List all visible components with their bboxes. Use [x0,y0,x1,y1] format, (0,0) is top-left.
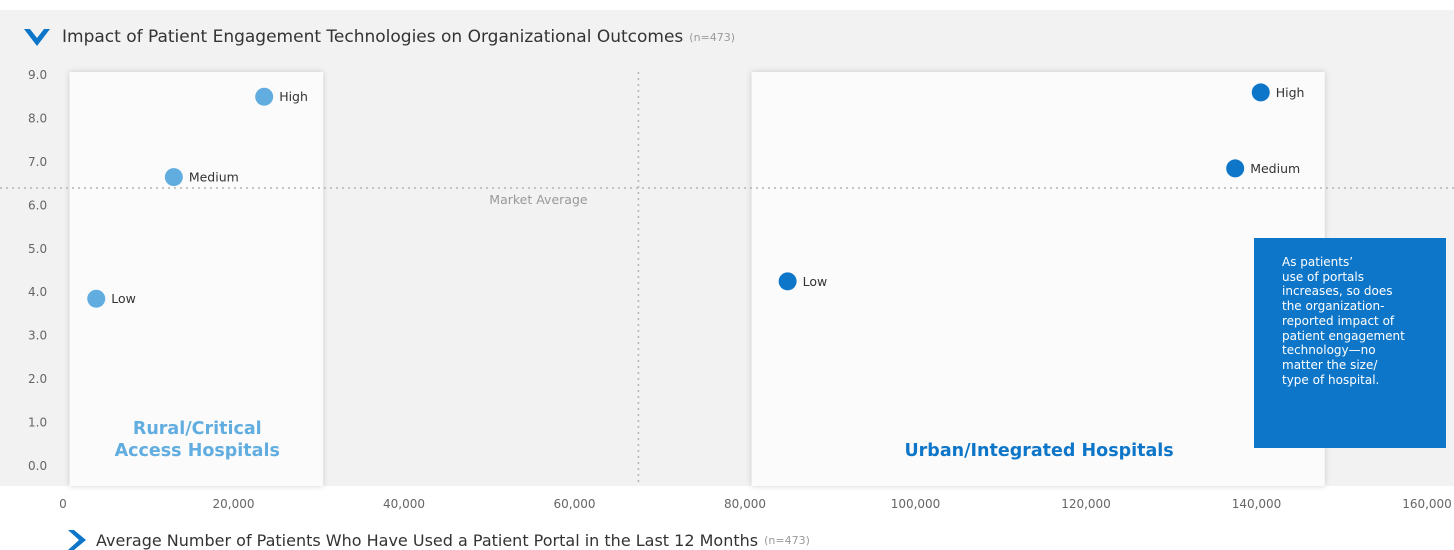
data-point [1251,83,1270,102]
data-point-label: Low [111,291,136,306]
x-tick-label: 80,000 [724,497,766,511]
insight-callout-line: reported impact of [1282,313,1395,328]
y-tick-label: 2.0 [28,372,47,386]
y-tick-label: 5.0 [28,242,47,256]
x-tick-label: 120,000 [1061,497,1111,511]
data-point [164,168,183,187]
x-axis-title-text: Average Number of Patients Who Have Used… [96,530,759,550]
data-point [255,87,274,106]
insight-callout-line: increases, so does [1282,284,1393,299]
group-label-line: Access Hospitals [114,441,280,461]
data-point-label: Medium [1250,161,1300,176]
data-point [778,272,797,291]
x-tick-label: 40,000 [383,497,425,511]
insight-callout-line: use of portals [1282,269,1364,284]
insight-callout-text: As patients’ use of portals increases, so … [1282,255,1418,387]
data-point-label: Medium [189,170,239,185]
group-panel-2 [751,72,1325,486]
data-point-label: Low [803,274,828,289]
insight-callout-line: the organization- [1282,299,1385,314]
y-tick-label: 7.0 [28,155,47,169]
x-axis-title: Average Number of Patients Who Have Used… [68,530,810,550]
y-tick-label: 1.0 [28,416,47,430]
insight-callout-line: patient engagement [1282,328,1405,343]
insight-callout: As patients’ use of portals increases, so … [1254,238,1446,448]
insight-callout-line: matter the size/ [1282,357,1378,372]
group-label-line: Urban/Integrated Hospitals [904,441,1174,461]
chart-canvas: Market Average 0.0 1.0 2.0 3.0 4.0 5.0 6.0 7.0 8.… [0,68,1454,511]
x-tick-label: 0 [59,497,67,511]
y-tick-label: 8.0 [28,111,47,125]
x-tick-label: 60,000 [554,497,596,511]
group-label-line: Rural/Critical [132,419,262,439]
group-label: Rural/Critical Access Hospitals [72,418,323,462]
x-tick-label: 140,000 [1232,497,1282,511]
insight-callout-line: technology—no [1282,343,1376,358]
x-tick-label: 160,000 [1402,497,1452,511]
group-label: Urban/Integrated Hospitals [754,440,1325,462]
insight-callout-line: type of hospital. [1282,372,1380,387]
chevron-right-icon [68,530,86,550]
x-tick-label: 100,000 [891,497,941,511]
x-axis-sample-size: (n=473) [764,533,810,547]
y-tick-label: 6.0 [28,198,47,212]
y-tick-label: 9.0 [28,68,47,82]
data-point-label: High [279,89,308,104]
insight-callout-line: As patients’ [1282,255,1354,269]
data-point [1226,159,1245,178]
x-tick-label: 20,000 [213,497,255,511]
data-point [87,289,106,308]
y-tick-label: 4.0 [28,285,47,299]
y-tick-label: 3.0 [28,329,47,343]
y-tick-label: 0.0 [28,459,47,473]
market-average-label: Market Average [489,192,588,207]
data-point-label: High [1276,85,1305,100]
